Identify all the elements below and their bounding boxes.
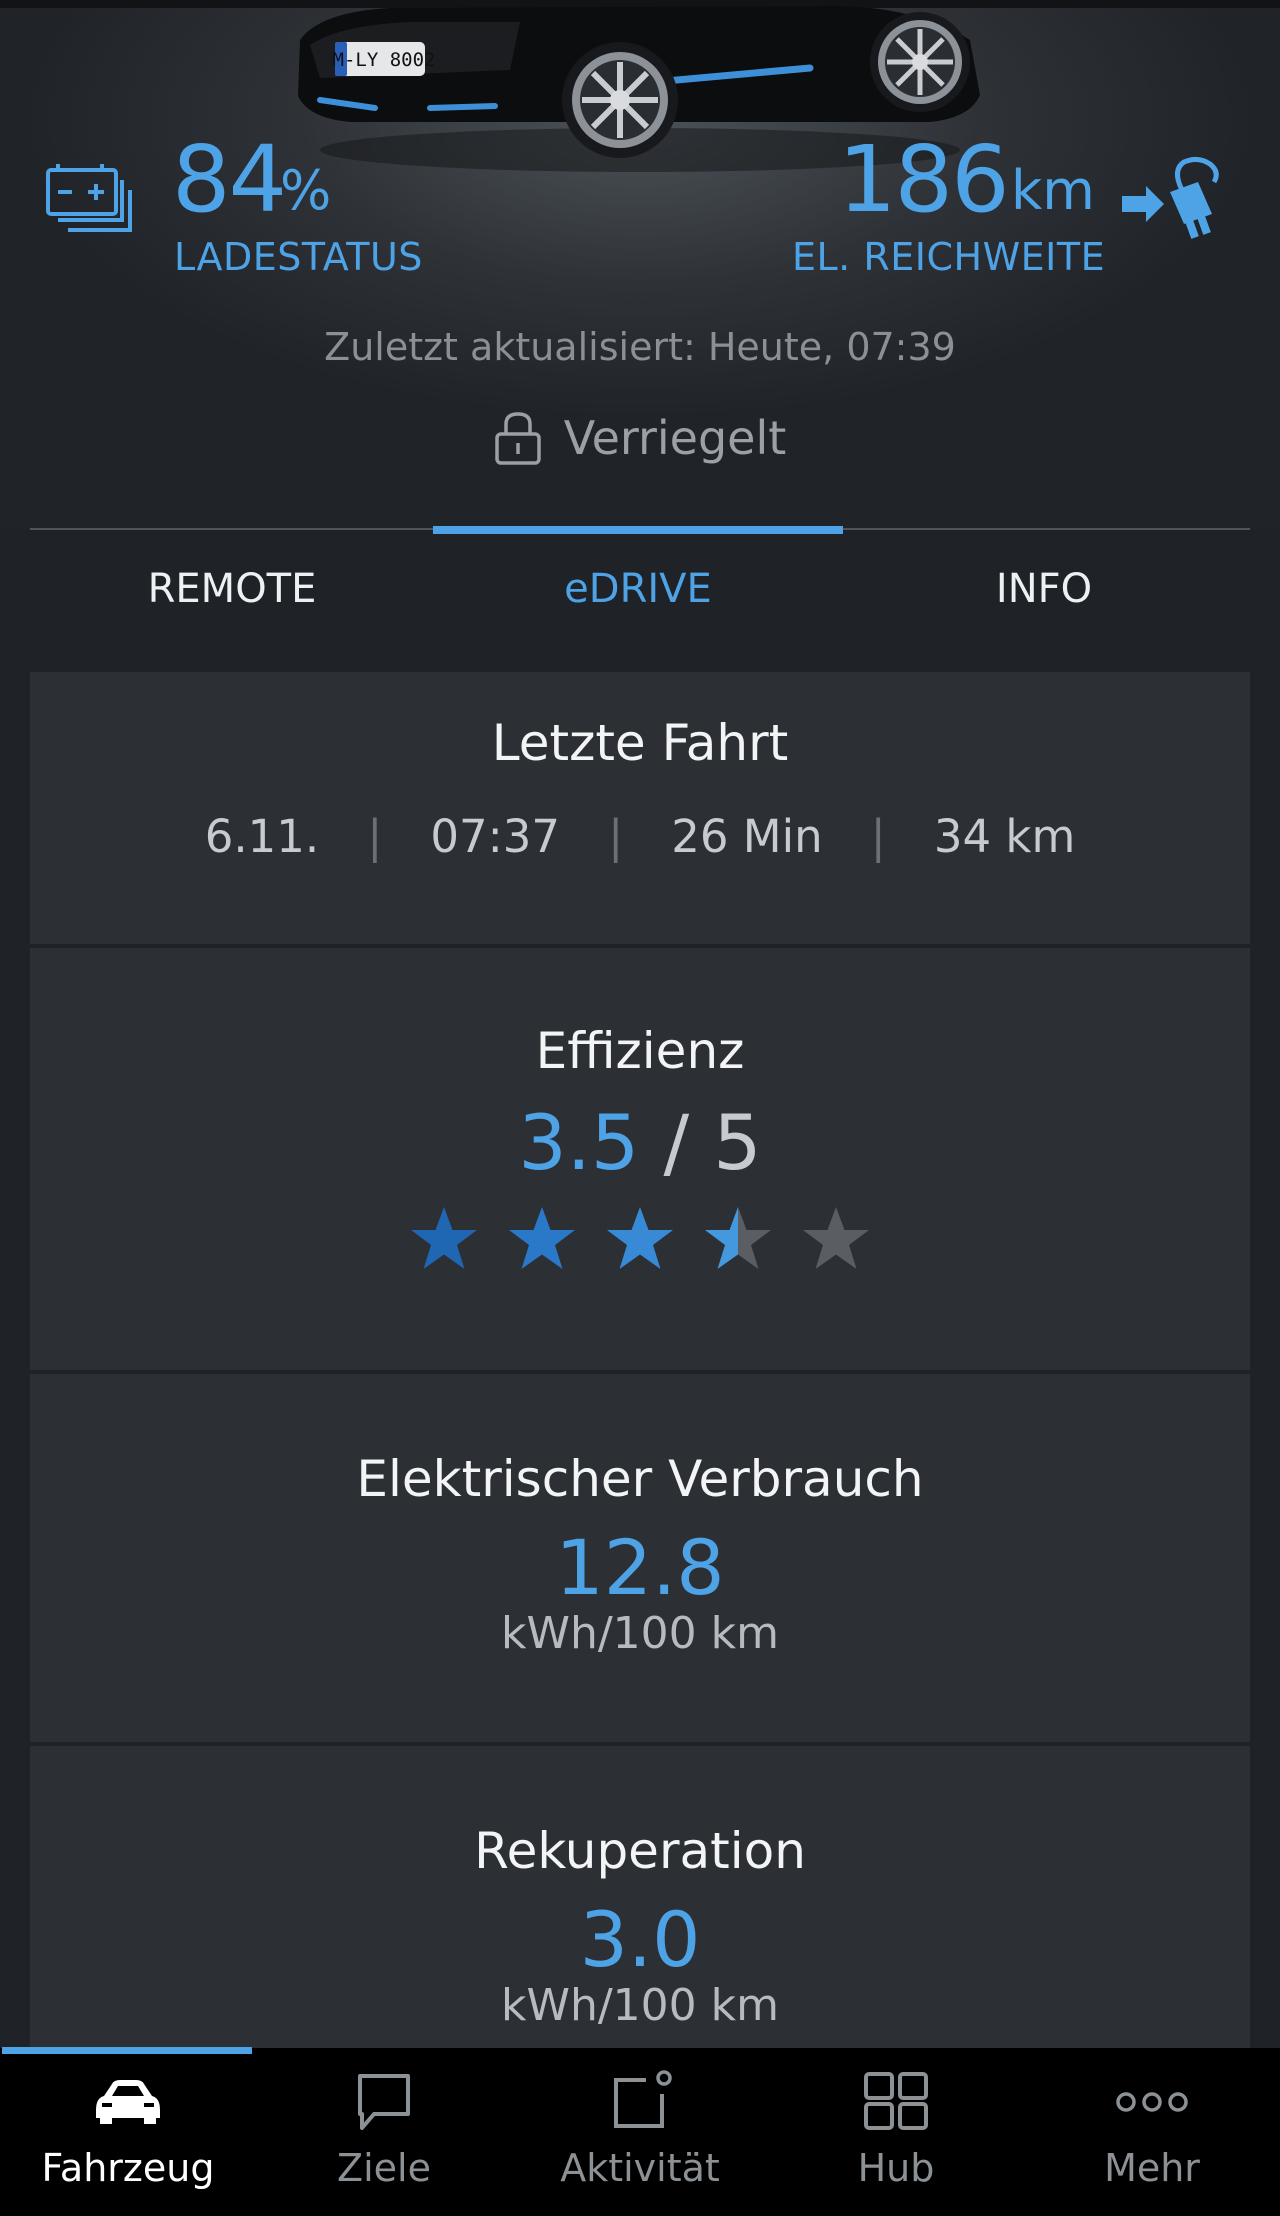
lock-status[interactable]: Verriegelt <box>0 410 1280 466</box>
recuperation-title: Rekuperation <box>474 1822 806 1880</box>
efficiency-card[interactable]: Effizienz 3.5 / 5 <box>30 948 1250 1370</box>
car-icon <box>96 2080 160 2124</box>
charge-value: 84 <box>172 126 287 233</box>
separator: | <box>608 810 624 863</box>
nav-item-aktivitaet[interactable]: Aktivität <box>512 2070 768 2190</box>
battery-stack-icon <box>46 164 132 232</box>
separator: | <box>870 810 886 863</box>
star-icon <box>705 1207 771 1269</box>
nav-active-indicator <box>2 2047 252 2054</box>
tab-remote[interactable]: REMOTE <box>27 566 437 612</box>
nav-label-mehr: Mehr <box>1104 2146 1200 2190</box>
range-value: 186 <box>838 126 1010 233</box>
lock-status-label: Verriegelt <box>563 411 787 465</box>
nav-label-aktivitaet: Aktivität <box>560 2146 720 2190</box>
tab-info[interactable]: INFO <box>839 566 1249 612</box>
efficiency-stars <box>30 1205 1250 1273</box>
last-trip-card[interactable]: Letzte Fahrt 6.11. | 07:37 | 26 Min | 34… <box>30 672 1250 944</box>
nav-label-hub: Hub <box>857 2146 935 2190</box>
star-icon <box>803 1207 869 1269</box>
recuperation-card[interactable]: Rekuperation 3.0 kWh/100 km <box>30 1746 1250 2048</box>
last-updated-text: Zuletzt aktualisiert: Heute, 07:39 <box>324 325 956 369</box>
trip-date: 6.11. <box>204 810 320 863</box>
range-label: EL. REICHWEITE <box>792 235 1106 279</box>
license-plate: M-LY 8002 <box>333 49 436 71</box>
more-dots-icon <box>1116 2092 1188 2112</box>
nav-label-ziele: Ziele <box>337 2146 431 2190</box>
nav-item-ziele[interactable]: Ziele <box>256 2070 512 2190</box>
trip-duration: 26 Min <box>671 810 823 863</box>
trip-distance: 34 km <box>933 810 1076 863</box>
range-unit: km <box>1011 159 1095 222</box>
consumption-value: 12.8 <box>555 1523 725 1612</box>
charge-unit: % <box>280 159 332 222</box>
consumption-unit: kWh/100 km <box>500 1607 779 1659</box>
consumption-card[interactable]: Elektrischer Verbrauch 12.8 kWh/100 km <box>30 1374 1250 1742</box>
speech-bubble-icon <box>358 2074 410 2130</box>
activity-icon <box>614 2070 672 2128</box>
star-icon <box>509 1207 575 1269</box>
tab-edrive[interactable]: eDRIVE <box>433 566 843 612</box>
nav-item-fahrzeug[interactable]: Fahrzeug <box>0 2070 256 2190</box>
recuperation-value: 3.0 <box>579 1895 701 1984</box>
nav-item-mehr[interactable]: Mehr <box>1024 2070 1280 2190</box>
nav-label-fahrzeug: Fahrzeug <box>41 2146 215 2190</box>
efficiency-title: Effizienz <box>535 1022 745 1080</box>
efficiency-score-max: / 5 <box>639 1098 762 1187</box>
lock-icon <box>494 412 541 465</box>
charging-plug-icon <box>1122 156 1219 239</box>
trip-time: 07:37 <box>430 810 561 863</box>
star-icon <box>607 1207 673 1269</box>
charge-label: LADESTATUS <box>174 235 423 279</box>
separator: | <box>367 810 383 863</box>
efficiency-score: 3.5 / 5 <box>30 1098 1250 1187</box>
nav-item-hub[interactable]: Hub <box>768 2070 1024 2190</box>
active-tab-indicator <box>433 526 843 534</box>
recuperation-unit: kWh/100 km <box>500 1979 779 2031</box>
consumption-title: Elektrischer Verbrauch <box>356 1450 924 1508</box>
last-trip-title: Letzte Fahrt <box>491 714 789 772</box>
star-icon <box>411 1207 477 1269</box>
efficiency-score-value: 3.5 <box>518 1098 640 1187</box>
last-trip-details: 6.11. | 07:37 | 26 Min | 34 km <box>30 810 1250 863</box>
grid-icon <box>864 2072 928 2130</box>
